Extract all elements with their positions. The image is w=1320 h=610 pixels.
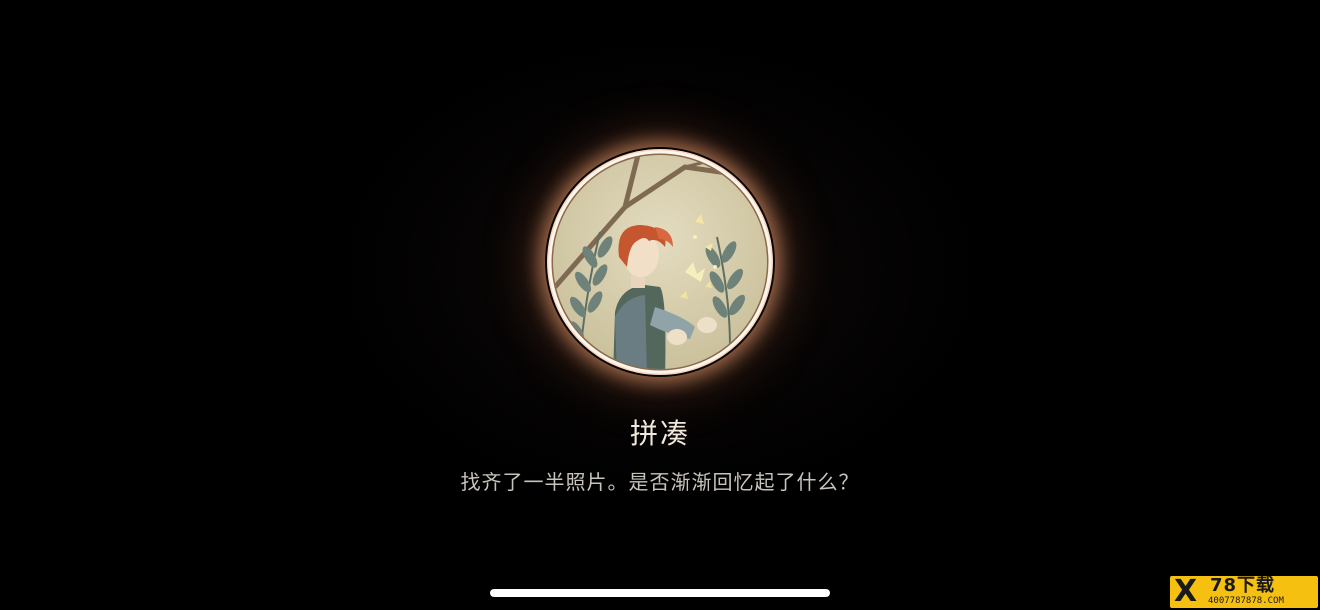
achievement-screen: 拼凑 找齐了一半照片。是否渐渐回忆起了什么？ X 78下载 4007787878… [0, 0, 1320, 610]
watermark-url: 4007787878.COM [1208, 596, 1284, 606]
achievement-badge [545, 147, 775, 377]
watermark-brand: 78下载 [1210, 576, 1276, 596]
achievement-title: 拼凑 [629, 417, 690, 450]
achievement-description: 找齐了一半照片。是否渐渐回忆起了什么？ [460, 470, 860, 494]
boy-with-butterflies-icon [547, 149, 773, 375]
watermark-logo: X 78下载 4007787878.COM [1170, 576, 1318, 608]
watermark-x-icon: X [1174, 576, 1198, 608]
home-indicator-bar[interactable] [490, 589, 830, 597]
